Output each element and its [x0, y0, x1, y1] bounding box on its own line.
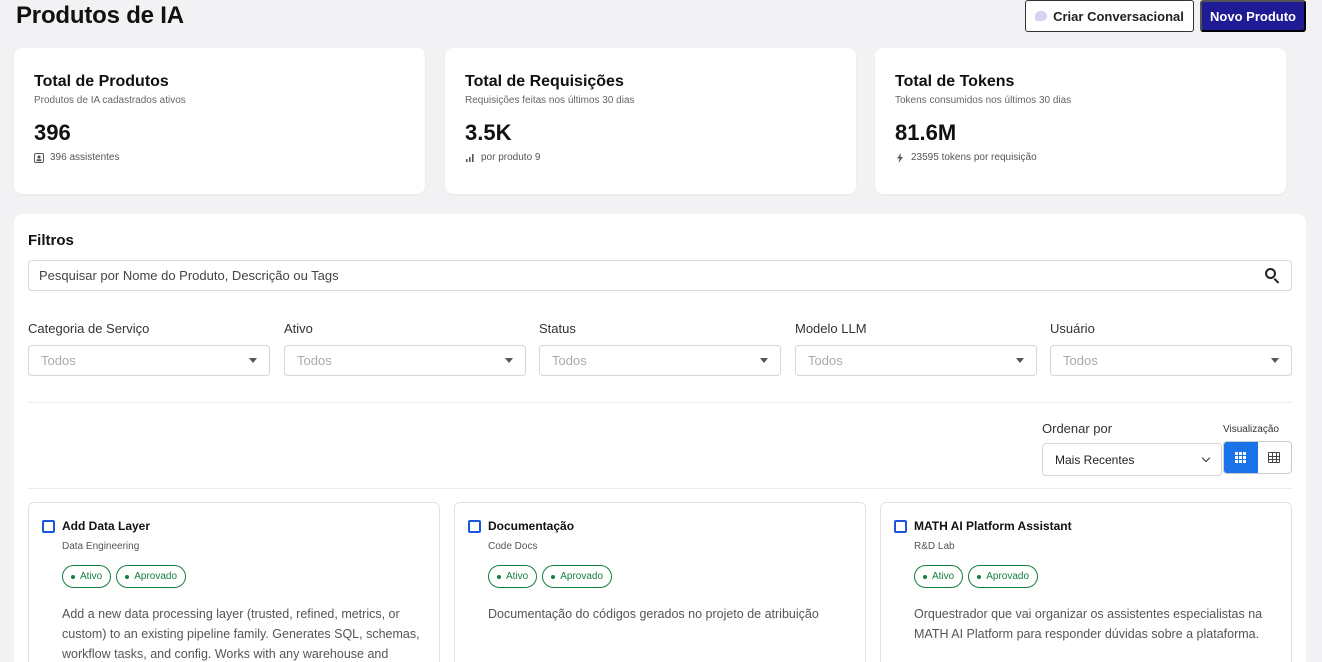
- filter-label: Categoria de Serviço: [28, 321, 150, 336]
- product-title: Documentação: [488, 519, 575, 533]
- status-badge-active: Ativo: [488, 565, 538, 588]
- product-category: R&D Lab: [914, 541, 955, 552]
- sort-label: Ordenar por: [1042, 421, 1113, 436]
- product-title: Add Data Layer: [62, 519, 151, 533]
- status-badge-active: Ativo: [62, 565, 112, 588]
- filter-user: Usuário Todos: [1050, 321, 1292, 376]
- select-checkbox[interactable]: [894, 519, 907, 533]
- caret-down-icon: [1016, 358, 1024, 363]
- status-badge-approved: Aprovado: [542, 565, 613, 588]
- caret-down-icon: [760, 358, 768, 363]
- user-select[interactable]: Todos: [1050, 345, 1292, 376]
- create-conversational-label: Criar Conversacional: [1053, 8, 1184, 24]
- assistant-icon: [34, 152, 44, 163]
- filter-label: Usuário: [1050, 321, 1095, 336]
- stat-card-requests: Total de Requisições Requisições feitas …: [445, 48, 856, 194]
- stat-footer: 23595 tokens por requisição: [895, 152, 1266, 163]
- filter-status: Status Todos: [539, 321, 781, 376]
- stat-subtitle: Requisições feitas nos últimos 30 dias: [465, 95, 635, 106]
- filter-llm-model: Modelo LLM Todos: [795, 321, 1037, 376]
- sort-value: Mais Recentes: [1055, 452, 1135, 467]
- stat-card-tokens: Total de Tokens Tokens consumidos nos úl…: [875, 48, 1286, 194]
- search-placeholder: Pesquisar por Nome do Produto, Descrição…: [39, 268, 339, 283]
- llm-model-select[interactable]: Todos: [795, 345, 1037, 376]
- select-checkbox[interactable]: [42, 519, 55, 533]
- active-select[interactable]: Todos: [284, 345, 526, 376]
- status-badge-approved: Aprovado: [968, 565, 1039, 588]
- filters-title: Filtros: [28, 232, 74, 249]
- divider: [28, 402, 1292, 403]
- caret-down-icon: [505, 358, 513, 363]
- product-card[interactable]: MATH AI Platform Assistant R&D Lab Ativo…: [880, 502, 1292, 662]
- stat-subtitle: Produtos de IA cadastrados ativos: [34, 95, 186, 106]
- grid-view-button[interactable]: [1224, 442, 1258, 473]
- category-select[interactable]: Todos: [28, 345, 270, 376]
- view-label: Visualização: [1223, 424, 1279, 435]
- badge-group: Ativo Aprovado: [488, 565, 852, 588]
- bar-chart-icon: [465, 153, 475, 163]
- stat-value: 3.5K: [465, 120, 512, 145]
- product-description: Orquestrador que vai organizar os assist…: [914, 607, 1263, 641]
- search-icon[interactable]: [1265, 267, 1281, 284]
- view-toggle: [1223, 441, 1292, 474]
- chevron-down-icon: [1201, 453, 1211, 463]
- stat-footer: 396 assistentes: [34, 152, 405, 163]
- status-badge-active: Ativo: [914, 565, 964, 588]
- filter-label: Ativo: [284, 321, 313, 336]
- create-conversational-button[interactable]: Criar Conversacional: [1025, 0, 1194, 32]
- table-icon: [1268, 452, 1281, 463]
- select-value: Todos: [808, 353, 843, 368]
- product-title: MATH AI Platform Assistant: [914, 519, 1072, 533]
- stat-title: Total de Requisições: [465, 73, 624, 90]
- filter-label: Modelo LLM: [795, 321, 867, 336]
- status-badge-approved: Aprovado: [116, 565, 187, 588]
- caret-down-icon: [249, 358, 257, 363]
- lightning-icon: [895, 152, 905, 163]
- product-description: Add a new data processing layer (trusted…: [62, 607, 420, 661]
- filters-panel: Filtros Pesquisar por Nome do Produto, D…: [14, 214, 1306, 662]
- page-title: Produtos de IA: [16, 2, 184, 29]
- product-description: Documentação do códigos gerados no proje…: [488, 607, 819, 621]
- chat-bubble-icon: [1035, 11, 1048, 21]
- page-header: Produtos de IA Criar Conversacional Novo…: [16, 0, 1306, 34]
- select-value: Todos: [297, 353, 332, 368]
- grid-icon: [1235, 452, 1247, 463]
- filter-active: Ativo Todos: [284, 321, 526, 376]
- stat-value: 396: [34, 120, 71, 145]
- select-checkbox[interactable]: [468, 519, 481, 533]
- divider: [28, 488, 1292, 489]
- product-card[interactable]: Documentação Code Docs Ativo Aprovado Do…: [454, 502, 866, 662]
- sort-select[interactable]: Mais Recentes: [1042, 443, 1222, 476]
- table-view-button[interactable]: [1258, 442, 1292, 473]
- product-category: Code Docs: [488, 541, 538, 552]
- select-value: Todos: [552, 353, 587, 368]
- stat-title: Total de Produtos: [34, 73, 169, 90]
- stat-title: Total de Tokens: [895, 73, 1015, 90]
- caret-down-icon: [1271, 358, 1279, 363]
- stat-footer-text: 396 assistentes: [50, 152, 120, 163]
- select-value: Todos: [1063, 353, 1098, 368]
- select-value: Todos: [41, 353, 76, 368]
- product-category: Data Engineering: [62, 541, 140, 552]
- badge-group: Ativo Aprovado: [914, 565, 1278, 588]
- status-select[interactable]: Todos: [539, 345, 781, 376]
- filter-category: Categoria de Serviço Todos: [28, 321, 270, 376]
- stat-value: 81.6M: [895, 120, 957, 145]
- stat-footer-text: por produto 9: [481, 152, 541, 163]
- badge-group: Ativo Aprovado: [62, 565, 426, 588]
- search-input[interactable]: Pesquisar por Nome do Produto, Descrição…: [28, 260, 1292, 291]
- stat-footer-text: 23595 tokens por requisição: [911, 152, 1037, 163]
- stat-subtitle: Tokens consumidos nos últimos 30 dias: [895, 95, 1072, 106]
- product-card[interactable]: Add Data Layer Data Engineering Ativo Ap…: [28, 502, 440, 662]
- stat-card-products: Total de Produtos Produtos de IA cadastr…: [14, 48, 425, 194]
- stat-footer: por produto 9: [465, 152, 836, 163]
- new-product-button[interactable]: Novo Produto: [1200, 0, 1306, 32]
- filter-label: Status: [539, 321, 576, 336]
